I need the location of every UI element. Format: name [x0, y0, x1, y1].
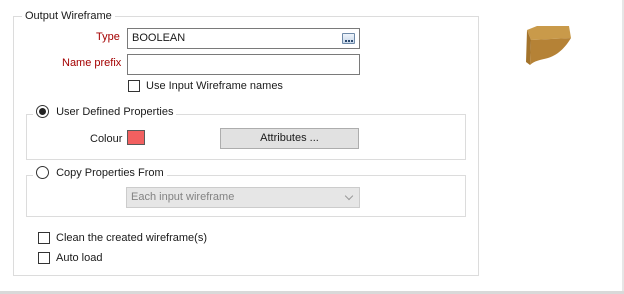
user-defined-radio[interactable]: [36, 105, 49, 118]
copy-from-select-value: Each input wireframe: [131, 191, 235, 203]
browse-icon[interactable]: [342, 33, 355, 44]
use-input-names-label: Use Input Wireframe names: [146, 80, 283, 92]
colour-swatch[interactable]: [127, 130, 145, 145]
auto-load-checkbox[interactable]: [38, 252, 50, 264]
name-prefix-label: Name prefix: [62, 57, 122, 69]
colour-label: Colour: [90, 133, 123, 145]
chevron-down-icon: [344, 191, 354, 201]
user-defined-label: User Defined Properties: [56, 106, 174, 119]
copy-from-label: Copy Properties From: [56, 167, 164, 180]
copy-from-select[interactable]: Each input wireframe: [126, 187, 360, 208]
attributes-button[interactable]: Attributes ...: [220, 128, 359, 149]
copy-from-legend: Copy Properties From: [33, 166, 167, 181]
copy-from-radio[interactable]: [36, 166, 49, 179]
clean-label: Clean the created wireframe(s): [56, 232, 208, 244]
user-defined-legend: User Defined Properties: [33, 105, 177, 120]
type-label: Type: [96, 31, 120, 43]
output-wireframe-legend: Output Wireframe: [22, 10, 115, 23]
boolean-shape-icon: [526, 26, 571, 65]
type-value: BOOLEAN: [132, 32, 186, 44]
auto-load-label: Auto load: [56, 252, 103, 264]
clean-checkbox[interactable]: [38, 232, 50, 244]
type-field[interactable]: BOOLEAN: [127, 28, 360, 49]
name-prefix-input[interactable]: [127, 54, 360, 75]
use-input-names-checkbox[interactable]: [128, 80, 140, 92]
